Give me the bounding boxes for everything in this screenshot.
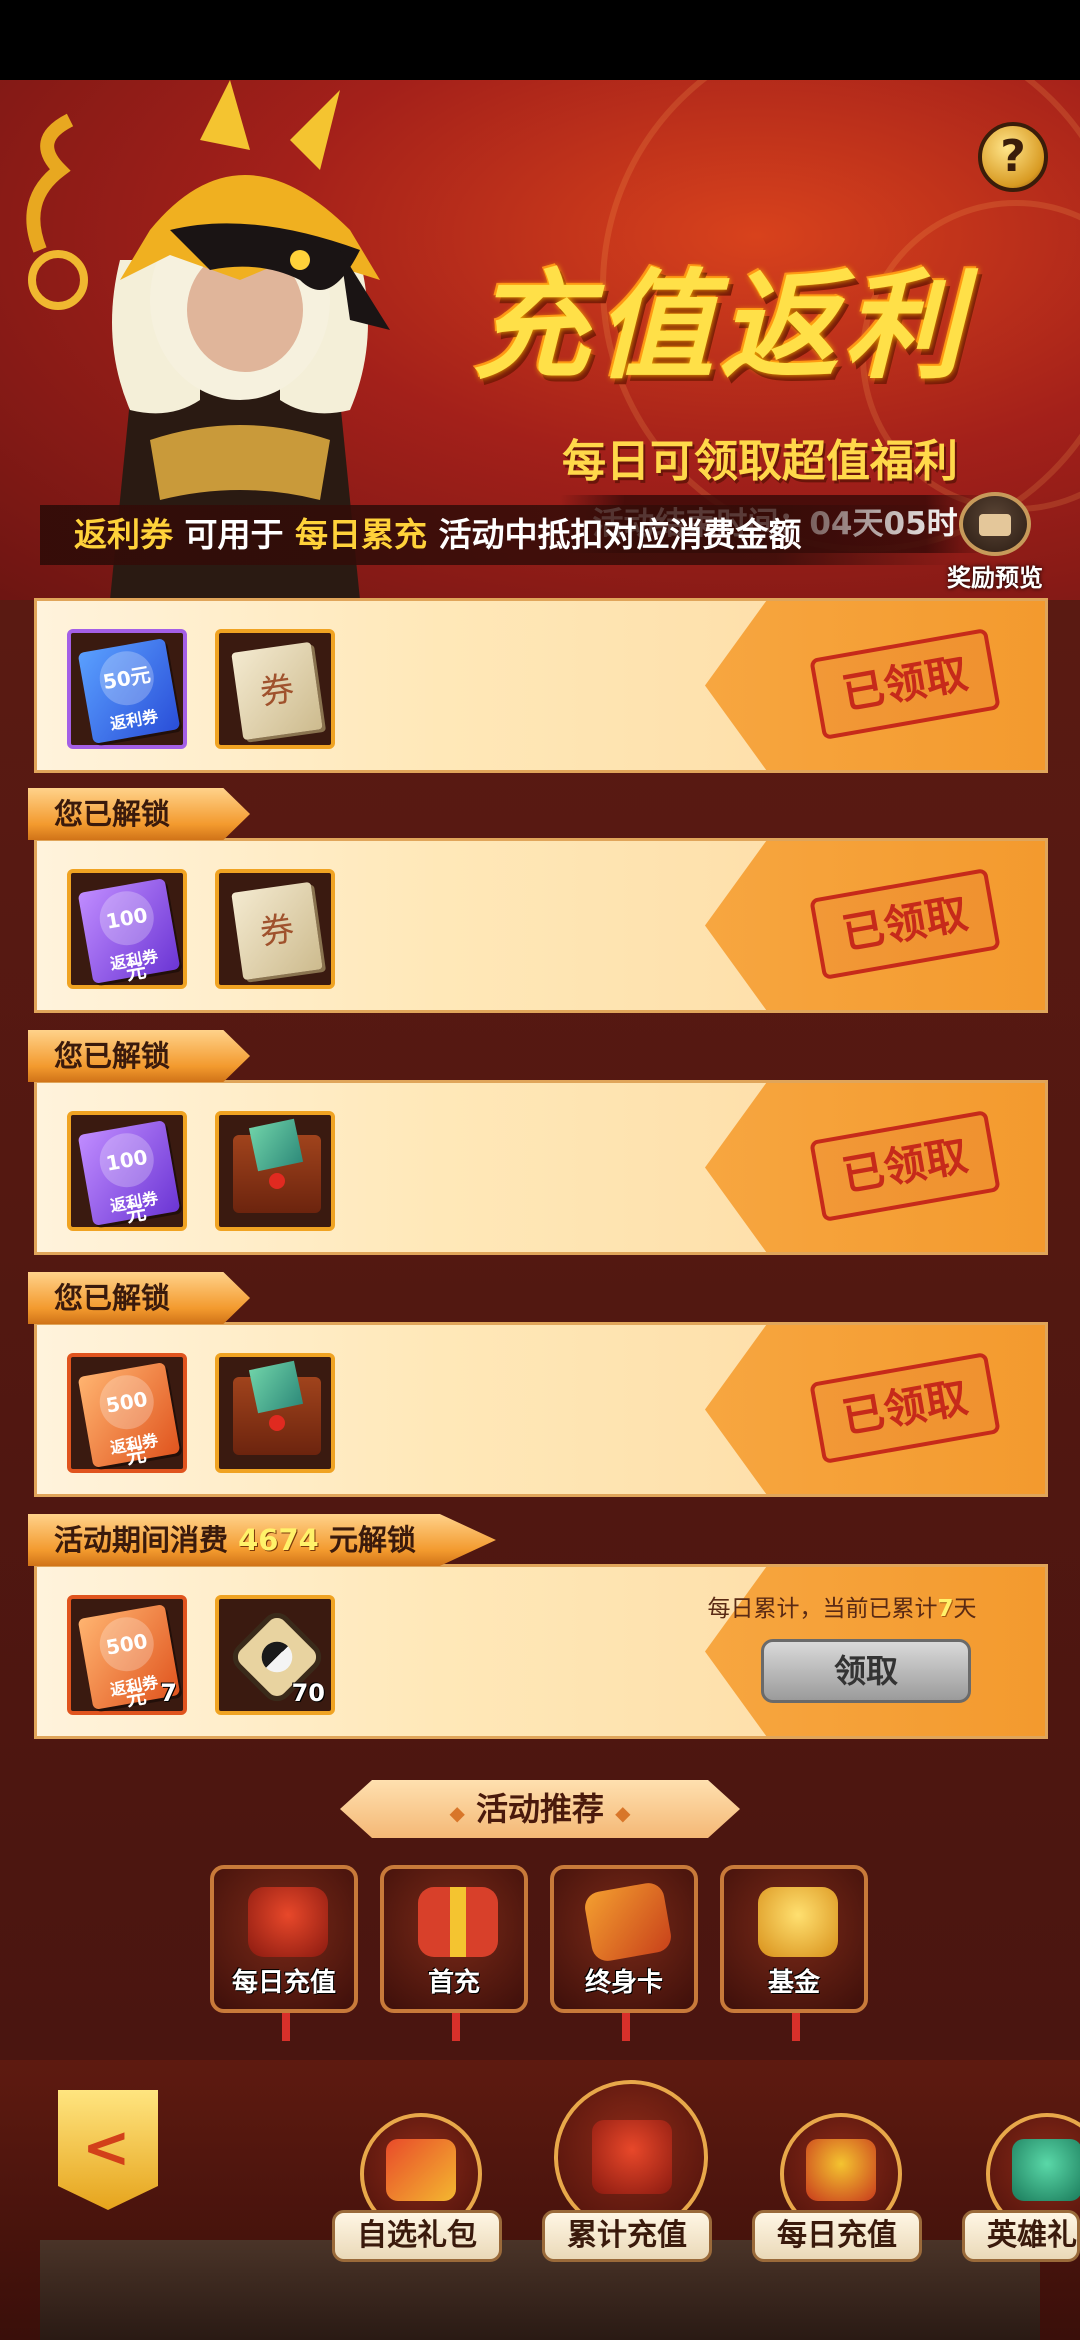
progress-days: 7 [937,1596,954,1622]
tier-card: 100元 返利券 已领取 [34,1080,1048,1255]
recommend-title: 活动推荐 [475,1790,604,1828]
ticket-amount: 100元 [95,1128,159,1227]
dock-label[interactable]: 自选礼包 [332,2210,502,2262]
reward-item-taiji[interactable]: 70 [215,1595,335,1715]
recommend-label: 每日充值 [231,1968,336,1998]
rebate-ticket-icon: 100元 返利券 [77,878,181,985]
dock-label[interactable]: 每日充值 [752,2210,922,2262]
tassel-decor [622,2013,630,2041]
dock-item-hero-gift[interactable] [972,2095,1080,2235]
red-envelope-icon [233,1377,321,1455]
event-subtitle: 每日可领取超值福利 [562,436,958,487]
tier-ribbon: 您已解锁 [28,788,251,840]
progress-text: 每日累计，当前已累计 [707,1596,938,1622]
ticket-name: 返利券 [108,1188,160,1216]
jade-gift-icon [1012,2139,1080,2201]
info-text: 可用于 [173,515,295,554]
gold-ingot-icon [806,2139,876,2201]
recommend-header: ◆ 活动推荐 ◆ [340,1780,740,1838]
dock-label[interactable]: 累计充值 [542,2210,712,2262]
red-pouch-icon [248,1887,328,1957]
red-envelope-icon [233,1135,321,1213]
recommend-label: 基金 [767,1968,820,1998]
reward-item-red-envelope[interactable] [215,1111,335,1231]
tassel-decor [792,2013,800,2041]
info-bar: 返利券 可用于 每日累充 活动中抵扣对应消费金额 [40,505,960,565]
tier-card: 50元 返利券 券 已领取 [34,598,1048,773]
recommend-first-recharge[interactable]: 首充 [380,1865,528,2041]
accumulate-progress: 每日累计，当前已累计7天 [687,1589,997,1623]
reward-item-rebate-ticket[interactable]: 500元 返利券 [67,1353,187,1473]
tier-card: 500元 返利券 7 70 每日累计，当前已累计7天 领取 [34,1564,1048,1739]
rebate-ticket-icon: 50元 返利券 [77,638,181,744]
recommend-label: 首充 [427,1968,480,1998]
reward-item-rebate-ticket[interactable]: 100元 返利券 [67,1111,187,1231]
recommend-fund[interactable]: 基金 [720,1865,868,2041]
tassel-decor [452,2013,460,2041]
voucher-scroll-icon: 券 [231,641,323,741]
dock-item-daily-recharge[interactable] [766,2095,916,2235]
bottom-dock [0,2060,1080,2340]
tier-ribbon: 活动期间消费 4674 元解锁 [28,1514,496,1566]
reward-item-red-envelope[interactable] [215,1353,335,1473]
voucher-scroll-icon: 券 [231,881,323,981]
item-count: 70 [291,1679,325,1707]
recommend-lifetime-card[interactable]: 终身卡 [550,1865,698,2041]
ticket-name: 返利券 [108,946,160,974]
reward-item-rebate-ticket[interactable]: 500元 返利券 7 [67,1595,187,1715]
help-button[interactable]: ? [978,122,1048,192]
claim-button[interactable]: 领取 [761,1639,971,1703]
tier-card: 100元 返利券 券 已领取 [34,838,1048,1013]
event-title: 充值返利 [471,256,968,395]
back-button[interactable]: < [58,2090,158,2210]
ticket-name: 返利券 [108,1672,160,1700]
ticket-name: 返利券 [108,1430,160,1458]
chest-icon [959,492,1031,556]
item-count: 7 [160,1679,177,1707]
ribbon-text: 活动期间消费 [54,1523,229,1557]
ticket-amount: 500元 [95,1370,159,1469]
dock-item-cumulative-recharge[interactable] [554,2080,708,2234]
reward-preview-label: 奖励预览 [947,564,1043,592]
rebate-ticket-icon: 500元 返利券 [77,1362,181,1469]
reward-item-rebate-ticket[interactable]: 50元 返利券 [67,629,187,749]
diamond-icon: ◆ [449,1801,465,1825]
recommend-daily-recharge[interactable]: 每日充值 [210,1865,358,2041]
reward-item-rebate-ticket[interactable]: 100元 返利券 [67,869,187,989]
info-text-end: 活动中抵扣对应消费金额 [426,515,802,554]
recommend-label: 终身卡 [584,1968,663,1998]
ticket-amount: 50元 [95,646,159,710]
progress-unit: 天 [953,1596,977,1622]
dock-label[interactable]: 英雄礼 [962,2210,1080,2262]
status-bar-area [0,0,1080,80]
info-keyword-daily: 每日累充 [294,515,427,554]
tier-card: 500元 返利券 已领取 [34,1322,1048,1497]
rebate-ticket-icon: 100元 返利券 [77,1120,181,1227]
question-icon: ? [1000,131,1026,182]
diamond-icon: ◆ [615,1801,631,1825]
reward-item-scroll[interactable]: 券 [215,629,335,749]
recommend-list: 每日充值 首充 终身卡 基金 [210,1865,870,2041]
tier-ribbon: 您已解锁 [28,1030,251,1082]
back-arrow-icon: < [82,2113,131,2181]
ribbon-text-end: 元解锁 [328,1523,416,1557]
gift-box-icon [418,1887,498,1957]
red-pouch-icon [592,2120,672,2194]
gold-ingot-icon [758,1887,838,1957]
ticket-amount: 100元 [95,886,159,985]
info-keyword-ticket: 返利券 [74,515,173,554]
reward-preview-button[interactable]: 奖励预览 [940,492,1050,592]
dock-item-custom-gift[interactable] [346,2095,496,2235]
reward-item-scroll[interactable]: 券 [215,869,335,989]
card-icon [582,1880,674,1964]
ribbon-amount: 4674 [238,1523,319,1557]
ticket-amount: 500元 [95,1612,159,1711]
ticket-name: 返利券 [108,706,160,734]
tier-ribbon: 您已解锁 [28,1272,251,1324]
gift-box-icon [386,2139,456,2201]
tassel-decor [282,2013,290,2041]
